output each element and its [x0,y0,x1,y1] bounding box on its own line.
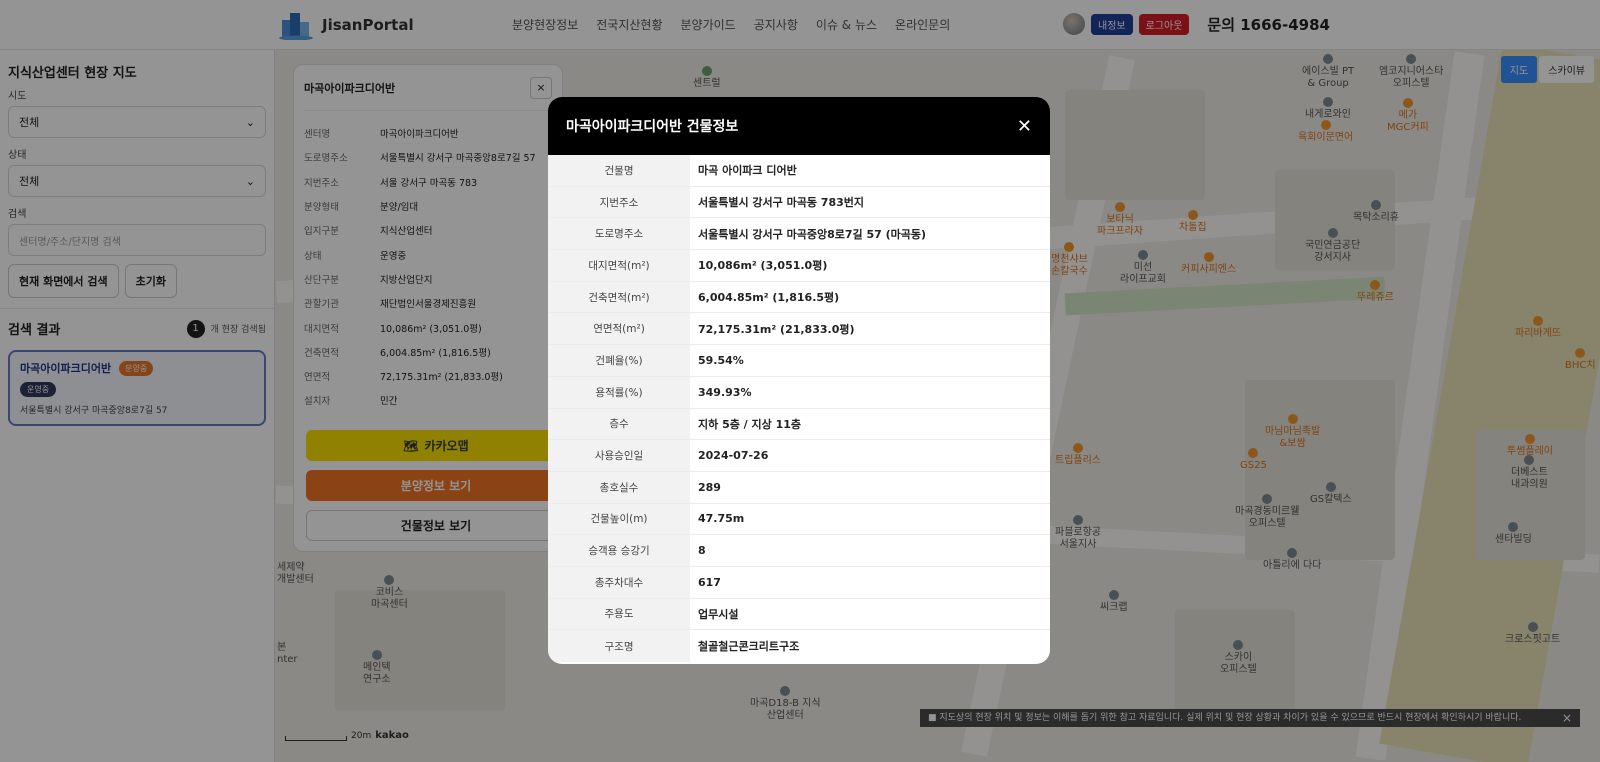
table-value: 마곡 아이파크 디어반 [698,164,797,178]
table-value: 업무시설 [698,607,739,621]
modal-header: 마곡아이파크디어반 건물정보 ✕ [548,97,1050,155]
table-row: 총호실수 289 [548,471,1050,504]
table-row: 용적률(%) 349.93% [548,376,1050,409]
table-key: 지번주소 [548,186,690,218]
table-row: 층수 지하 5층 / 지상 11층 [548,408,1050,441]
table-key: 연면적(m²) [548,313,690,345]
table-row: 총주차대수 617 [548,566,1050,599]
table-row: 지번주소 서울특별시 강서구 마곡동 783번지 [548,186,1050,219]
table-value: 8 [698,544,706,558]
table-value: 서울특별시 강서구 마곡동 783번지 [698,196,865,210]
table-value: 349.93% [698,385,752,399]
table-row: 건물높이(m) 47.75m [548,503,1050,536]
table-row: 승객용 승강기 8 [548,535,1050,567]
table-key: 건축면적(m²) [548,281,690,313]
table-row: 도로명주소 서울특별시 강서구 마곡중앙8로7길 57 (마곡동) [548,218,1050,251]
table-value: 289 [698,480,721,494]
table-row: 대지면적(m²) 10,086m² (3,051.0평) [548,250,1050,282]
table-key: 사용승인일 [548,440,690,471]
table-value: 서울특별시 강서구 마곡중앙8로7길 57 (마곡동) [698,227,927,241]
table-key: 용적률(%) [548,376,690,408]
table-value: 59.54% [698,353,744,367]
table-value: 6,004.85m² (1,816.5평) [698,291,840,305]
table-key: 총호실수 [548,471,690,503]
table-value: 72,175.31m² (21,833.0평) [698,322,855,336]
modal-title: 마곡아이파크디어반 건물정보 [566,119,739,135]
table-row: 건물명 마곡 아이파크 디어반 [548,155,1050,187]
modal-table: 건물명 마곡 아이파크 디어반 지번주소 서울특별시 강서구 마곡동 783번지 도… [548,155,1050,662]
modal-close-button[interactable]: ✕ [1017,116,1032,137]
table-key: 건물명 [548,155,690,186]
table-key: 총주차대수 [548,566,690,598]
table-key: 주용도 [548,598,690,630]
table-key: 구조명 [548,630,690,662]
table-value: 철골철근콘크리트구조 [698,640,800,654]
table-key: 건물높이(m) [548,503,690,535]
table-row: 연면적(m²) 72,175.31m² (21,833.0평) [548,313,1050,346]
table-key: 대지면적(m²) [548,250,690,281]
table-row: 건축면적(m²) 6,004.85m² (1,816.5평) [548,281,1050,314]
table-value: 10,086m² (3,051.0평) [698,259,828,273]
table-row: 구조명 철골철근콘크리트구조 [548,630,1050,662]
table-key: 도로명주소 [548,218,690,250]
building-info-modal: 마곡아이파크디어반 건물정보 ✕ 건물명 마곡 아이파크 디어반 지번주소 서울특별… [548,97,1050,664]
table-key: 승객용 승강기 [548,535,690,566]
table-value: 617 [698,575,721,589]
table-row: 사용승인일 2024-07-26 [548,440,1050,472]
table-value: 2024-07-26 [698,449,769,463]
table-value: 47.75m [698,512,745,526]
table-row: 주용도 업무시설 [548,598,1050,631]
table-key: 층수 [548,408,690,440]
table-value: 지하 5층 / 지상 11층 [698,417,802,431]
table-key: 건폐율(%) [548,345,690,376]
table-row: 건폐율(%) 59.54% [548,345,1050,377]
